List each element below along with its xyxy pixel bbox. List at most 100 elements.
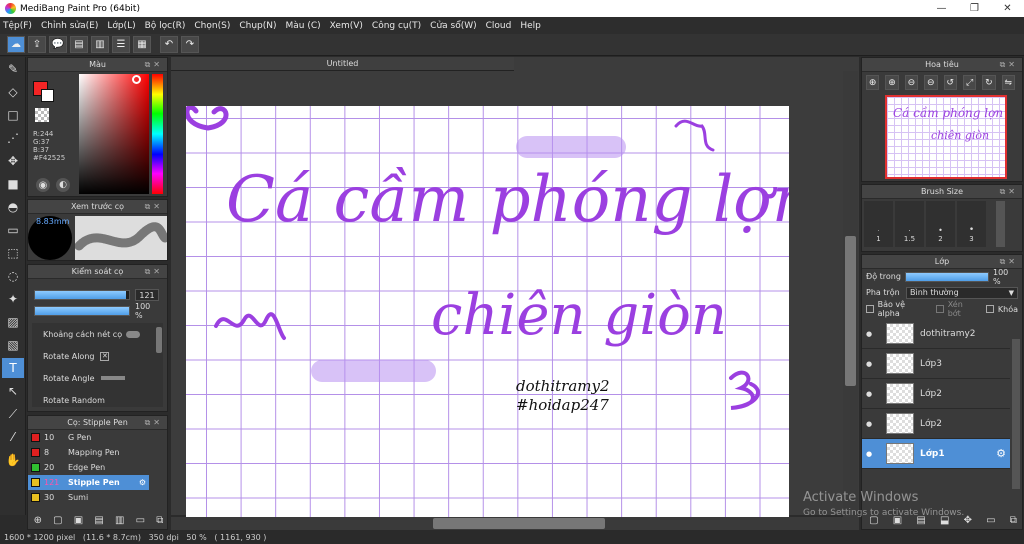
brush-option-rotate-angle[interactable]: Rotate Angle xyxy=(32,367,163,389)
brush-options-scrollbar[interactable] xyxy=(156,327,162,353)
magic-wand-tool-icon[interactable]: ✦ xyxy=(2,289,24,309)
saturation-value-picker[interactable] xyxy=(79,74,149,194)
menu-filter[interactable]: Bộ lọc(R) xyxy=(145,21,186,31)
menu-snap[interactable]: Chụp(N) xyxy=(239,21,276,31)
hue-slider[interactable] xyxy=(152,74,163,194)
zoom-in-icon[interactable]: ⊕ xyxy=(866,75,880,90)
lasso-tool-icon[interactable]: ◌ xyxy=(2,266,24,286)
visibility-icon[interactable]: ● xyxy=(862,390,876,398)
brush-item-sumi[interactable]: 30 Sumi xyxy=(28,490,149,505)
color-wheel-icon[interactable]: ◉ xyxy=(36,178,50,192)
panel-controls-icon[interactable]: ⧉✕ xyxy=(1000,187,1018,197)
vertical-scrollbar[interactable] xyxy=(843,71,858,517)
operation-tool-icon[interactable]: ↖ xyxy=(2,381,24,401)
panel-controls-icon[interactable]: ⧉✕ xyxy=(1000,60,1018,70)
transparent-color-swatch[interactable] xyxy=(35,108,49,122)
select-eraser-tool-icon[interactable]: ▧ xyxy=(2,335,24,355)
share-icon[interactable]: ⇪ xyxy=(28,36,46,53)
text-tool-icon[interactable]: T xyxy=(2,358,24,378)
brush-opacity-value[interactable]: 100 % xyxy=(135,302,159,320)
new-brush-icon[interactable]: ▢ xyxy=(53,515,62,526)
layer-opacity-slider[interactable] xyxy=(905,271,989,282)
menu-cloud[interactable]: Cloud xyxy=(486,21,512,31)
brush-option-spacing[interactable]: Khoảng cách nét cọ xyxy=(32,323,163,345)
visibility-icon[interactable]: ● xyxy=(862,450,876,458)
redo-icon[interactable]: ↷ xyxy=(181,36,199,53)
menu-view[interactable]: Xem(V) xyxy=(330,21,363,31)
brush-opacity-slider[interactable] xyxy=(34,306,130,316)
menu-edit[interactable]: Chỉnh sửa(E) xyxy=(41,21,98,31)
move-tool-icon[interactable]: ✥ xyxy=(2,151,24,171)
brush-menu-icon[interactable]: ▣ xyxy=(74,515,83,526)
document-tab[interactable]: Untitled xyxy=(171,57,514,71)
horizontal-scroll-thumb[interactable] xyxy=(433,518,605,529)
gradient-tool-icon[interactable]: ▭ xyxy=(2,220,24,240)
brush-size-1[interactable]: · 1 xyxy=(864,201,893,247)
menu-help[interactable]: Help xyxy=(520,21,541,31)
tile-icon[interactable]: ▤ xyxy=(70,36,88,53)
flip-icon[interactable]: ⇋ xyxy=(1001,75,1015,90)
brush-copy-icon[interactable]: ⧉ xyxy=(156,515,163,526)
visibility-icon[interactable]: ● xyxy=(862,360,876,368)
layer-move-icon[interactable]: ✥ xyxy=(964,515,972,526)
brush-tool-icon[interactable]: ✎ xyxy=(2,59,24,79)
layer-row-dothitramy2[interactable]: ● dothitramy2 xyxy=(862,319,1010,349)
toggle-icon[interactable] xyxy=(126,330,141,338)
picker-cursor[interactable] xyxy=(132,75,141,84)
layer-scrollbar[interactable] xyxy=(1012,339,1020,489)
menu-select[interactable]: Chọn(S) xyxy=(194,21,230,31)
page-icon[interactable]: ▥ xyxy=(91,36,109,53)
menu-window[interactable]: Cửa sổ(W) xyxy=(430,21,476,31)
gear-icon[interactable]: ⚙ xyxy=(996,447,1006,460)
menu-tools[interactable]: Công cụ(T) xyxy=(372,21,421,31)
layer-opacity-value[interactable]: 100 % xyxy=(993,268,1018,286)
eyedropper-tool-icon[interactable]: ⁄ xyxy=(2,427,24,447)
bucket-tool-icon[interactable]: ◓ xyxy=(2,197,24,217)
brush-edit-icon[interactable]: ▤ xyxy=(94,515,103,526)
navigator-preview[interactable]: Cá cầm phóng lợn chiên giòn xyxy=(885,95,1007,179)
vertical-scroll-thumb[interactable] xyxy=(845,236,856,386)
hand-tool-icon[interactable]: ✋ xyxy=(2,450,24,470)
layer-row-lop1[interactable]: ● Lớp1 ⚙ xyxy=(862,439,1010,469)
gear-icon[interactable]: ⚙ xyxy=(139,478,146,487)
color-history-icon[interactable]: ◐ xyxy=(56,178,70,192)
zoom-out-2-icon[interactable]: ⊖ xyxy=(924,75,938,90)
comment-icon[interactable]: 💬 xyxy=(49,36,67,53)
clipping-checkbox[interactable] xyxy=(936,305,944,313)
brush-size-scrollbar[interactable] xyxy=(996,201,1005,247)
brush-delete-icon[interactable]: ▥ xyxy=(115,515,124,526)
secondary-color-swatch[interactable] xyxy=(41,89,54,102)
list-icon[interactable]: ☰ xyxy=(112,36,130,53)
brush-option-rotate-random[interactable]: Rotate Random xyxy=(32,389,163,407)
angle-slider[interactable] xyxy=(100,376,125,380)
divide-tool-icon[interactable]: ⟋ xyxy=(2,404,24,424)
visibility-icon[interactable]: ● xyxy=(862,330,876,338)
panel-controls-icon[interactable]: ⧉✕ xyxy=(1000,257,1018,267)
zoom-in-2-icon[interactable]: ⊕ xyxy=(885,75,899,90)
layer-row-lop2-b[interactable]: ● Lớp2 xyxy=(862,409,1010,439)
close-icon[interactable]: ✕ xyxy=(991,0,1024,17)
brush-item-edge-pen[interactable]: 20 Edge Pen xyxy=(28,460,149,475)
select-tool-icon[interactable]: ⬚ xyxy=(2,243,24,263)
brush-item-g-pen[interactable]: 10 G Pen xyxy=(28,430,149,445)
rotate-right-icon[interactable]: ↻ xyxy=(982,75,996,90)
minimize-icon[interactable]: — xyxy=(925,0,958,17)
rotate-left-icon[interactable]: ↺ xyxy=(943,75,957,90)
brush-item-mapping-pen[interactable]: 8 Mapping Pen xyxy=(28,445,149,460)
brush-folder-icon[interactable]: ▭ xyxy=(136,515,145,526)
layer-row-lop3[interactable]: ● Lớp3 xyxy=(862,349,1010,379)
brush-option-rotate-along[interactable]: Rotate Along ✕ xyxy=(32,345,163,367)
maximize-icon[interactable]: ❐ xyxy=(958,0,991,17)
brush-size-1-5[interactable]: · 1.5 xyxy=(895,201,924,247)
layer-folder-icon[interactable]: ▭ xyxy=(986,515,995,526)
add-brush-icon[interactable]: ⊕ xyxy=(34,515,42,526)
undo-icon[interactable]: ↶ xyxy=(160,36,178,53)
brush-item-stipple-pen[interactable]: 121 Stipple Pen ⚙ xyxy=(28,475,149,490)
menu-layer[interactable]: Lớp(L) xyxy=(107,21,135,31)
shape-tool-icon[interactable]: □ xyxy=(2,105,24,125)
checkbox-icon[interactable]: ✕ xyxy=(100,351,110,361)
brush-size-slider[interactable] xyxy=(34,290,130,300)
cloud-icon[interactable]: ☁ xyxy=(7,36,25,53)
zoom-out-icon[interactable]: ⊖ xyxy=(904,75,919,90)
fill-rect-tool-icon[interactable]: ■ xyxy=(2,174,24,194)
